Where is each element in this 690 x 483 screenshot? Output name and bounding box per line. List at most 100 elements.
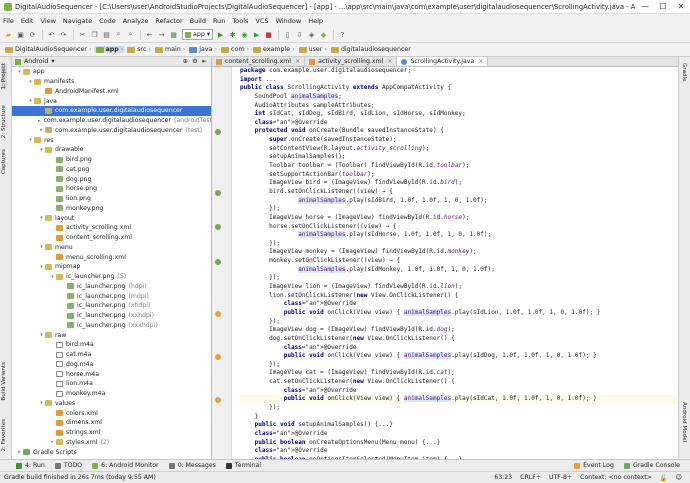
breadcrumb-item[interactable]: java › [187, 46, 219, 53]
tree-item[interactable]: ▸ com.example.user.digitalaudiosequencer [12, 106, 211, 116]
tree-item[interactable]: ▾ menu [12, 243, 211, 253]
lambda-marker-icon[interactable] [215, 189, 221, 196]
tree-item[interactable]: ic_launcher.png (mdpi) [12, 291, 211, 301]
menu-analyze[interactable]: Analyze [123, 17, 149, 25]
tree-item[interactable]: lion.m4a [12, 379, 211, 389]
lambda-marker-icon[interactable] [215, 129, 221, 136]
tree-item[interactable]: ▸ Gradle Scripts [12, 447, 211, 457]
debug-icon[interactable]: ✱ [227, 29, 238, 40]
context-indicator[interactable]: Context: <no context> [580, 474, 652, 481]
sdk-manager-icon[interactable]: ⇩ [294, 29, 305, 40]
breadcrumb-item[interactable]: user › [297, 46, 329, 53]
tree-item[interactable]: ▾ layout [12, 213, 211, 223]
tree-item[interactable]: bird.png [12, 155, 211, 165]
messages-tool-button[interactable]: 0: Messages [168, 462, 216, 469]
menu-help[interactable]: Help [308, 17, 323, 25]
tree-item[interactable]: strings.xml [12, 428, 211, 438]
chevron-down-icon[interactable]: ▾ [49, 274, 56, 280]
override-marker-icon[interactable] [215, 310, 221, 317]
chevron-down-icon[interactable]: ▾ [27, 98, 34, 104]
undo-icon[interactable]: ↶ [46, 29, 57, 40]
tree-item[interactable]: ▾ app [12, 67, 211, 77]
gradle-tool-tab[interactable]: Gradle [681, 63, 687, 82]
menu-navigate[interactable]: Navigate [63, 17, 92, 25]
override-marker-icon[interactable] [215, 397, 221, 404]
maximize-button[interactable]: ☐ [654, 2, 672, 11]
back-icon[interactable]: ← [144, 29, 155, 40]
make-project-icon[interactable]: ▦ [168, 29, 179, 40]
lambda-marker-icon[interactable] [215, 258, 221, 265]
run-tool-button[interactable]: 4: Run [16, 462, 45, 469]
tree-item[interactable]: ▾ manifests [12, 77, 211, 87]
profile-icon[interactable]: ◉ [239, 29, 250, 40]
menu-view[interactable]: View [40, 17, 55, 25]
close-tab-icon[interactable]: × [478, 58, 483, 65]
open-folder-icon[interactable]: ▰ [3, 29, 14, 40]
chevron-down-icon[interactable]: ▾ [38, 215, 45, 221]
tree-item[interactable]: menu_scrolling.xml [12, 252, 211, 262]
tree-item[interactable]: ▾ mipmap [12, 262, 211, 272]
caret-position[interactable]: 63:23 [494, 474, 512, 481]
minimize-button[interactable]: — [636, 2, 654, 11]
editor-tab[interactable]: activity_scrolling.xml × [305, 57, 398, 66]
chevron-down-icon[interactable]: ▾ [51, 58, 54, 65]
tree-item[interactable]: activity_scrolling.xml [12, 223, 211, 233]
tree-item[interactable]: ic_launcher.png (xxhdpi) [12, 311, 211, 321]
lock-icon[interactable]: 🔓 [660, 474, 668, 482]
breadcrumb-item[interactable]: app › [93, 46, 126, 53]
save-icon[interactable]: ▣ [15, 29, 26, 40]
chevron-down-icon[interactable]: ▾ [38, 147, 45, 153]
copy-icon[interactable]: ❐ [89, 29, 100, 40]
menu-code[interactable]: Code [99, 17, 116, 25]
editor-tab[interactable]: content_scrolling.xml × [212, 57, 306, 66]
run-config-select[interactable]: app ▾ [182, 29, 214, 40]
code-editor[interactable]: package com.example.user.digitalaudioseq… [232, 67, 678, 459]
breadcrumb-item[interactable]: src › [125, 46, 153, 53]
tree-item[interactable]: dog.m4a [12, 360, 211, 370]
close-tab-icon[interactable]: × [387, 58, 392, 65]
hide-icon[interactable]: ⇤ [202, 58, 207, 65]
tree-item[interactable]: horse.png [12, 184, 211, 194]
tree-item[interactable]: horse.m4a [12, 369, 211, 379]
menu-refactor[interactable]: Refactor [155, 17, 182, 25]
tree-item[interactable]: ic_launcher.png (xhdpi) [12, 301, 211, 311]
file-encoding[interactable]: UTF-8÷ [549, 474, 572, 481]
cut-icon[interactable]: ✂ [77, 29, 88, 40]
tree-item[interactable]: AndroidManifest.xml [12, 87, 211, 97]
captures-tool-tab[interactable]: Captures [1, 149, 7, 174]
event-log-tool-button[interactable]: Event Log [574, 462, 614, 469]
chevron-down-icon[interactable]: ▾ [38, 400, 45, 406]
chevron-right-icon[interactable]: ▸ [38, 127, 45, 133]
menu-edit[interactable]: Edit [21, 17, 34, 25]
chevron-right-icon[interactable]: ▸ [16, 449, 23, 455]
structure-tool-tab[interactable]: 2: Structure [1, 105, 7, 138]
chevron-right-icon[interactable]: ▸ [49, 439, 56, 445]
breadcrumb-item[interactable]: example › [251, 46, 297, 53]
tree-item[interactable]: ▾ raw [12, 330, 211, 340]
paste-icon[interactable]: ▤ [101, 29, 112, 40]
android-model-tool-tab[interactable]: Android Model [681, 402, 687, 442]
close-button[interactable]: ✕ [672, 2, 690, 11]
android-monitor-tool-button[interactable]: 6: Android Monitor [92, 462, 159, 469]
breadcrumb-item[interactable]: com › [219, 46, 251, 53]
menu-file[interactable]: File [3, 17, 14, 25]
tree-item[interactable]: cat.png [12, 165, 211, 175]
tree-item[interactable]: ▾ ic_launcher.png (5) [12, 272, 211, 282]
tree-item[interactable]: dimens.xml [12, 418, 211, 428]
tree-item[interactable]: ▾ values [12, 399, 211, 409]
tree-item[interactable]: content_scrolling.xml [12, 233, 211, 243]
editor-tab[interactable]: ScrollingActivity.java × [397, 57, 489, 66]
tree-item[interactable]: cat.m4a [12, 350, 211, 360]
close-tab-icon[interactable]: × [295, 58, 300, 65]
chevron-right-icon[interactable]: ▸ [38, 118, 41, 124]
tree-item[interactable]: ▾ java [12, 96, 211, 106]
chevron-down-icon[interactable]: ▾ [38, 332, 45, 338]
tree-item[interactable]: ▾ res [12, 135, 211, 145]
chevron-down-icon[interactable]: ▾ [27, 137, 34, 143]
chevron-down-icon[interactable]: ▾ [16, 69, 23, 75]
todo-tool-button[interactable]: TODO [54, 462, 82, 469]
menu-vcs[interactable]: VCS [255, 17, 268, 25]
device-monitor-icon[interactable]: ◈ [306, 29, 317, 40]
tree-item[interactable]: dog.png [12, 174, 211, 184]
project-view-select[interactable]: Android [24, 58, 48, 65]
